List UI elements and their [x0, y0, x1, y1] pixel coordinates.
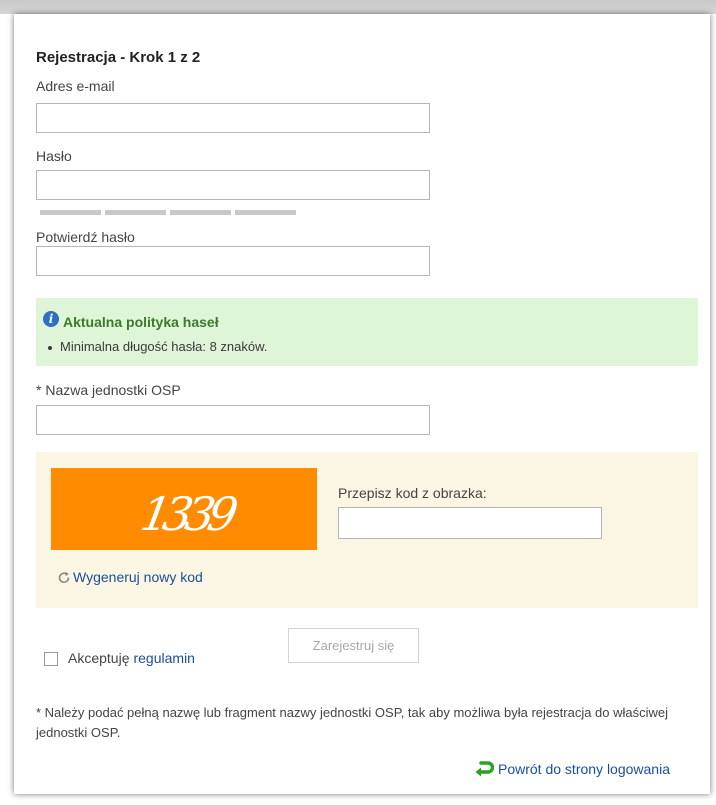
- back-to-login-label: Powrót do strony logowania: [498, 761, 670, 777]
- strength-segment: [235, 210, 296, 215]
- email-label: Adres e-mail: [36, 78, 115, 94]
- strength-segment: [40, 210, 101, 215]
- info-icon: i: [43, 311, 59, 327]
- password-label: Hasło: [36, 148, 72, 164]
- return-arrow-icon: [475, 761, 495, 777]
- policy-rule-text: Minimalna długość hasła: 8 znaków.: [60, 339, 268, 354]
- password-policy-box: i Aktualna polityka haseł Minimalna dług…: [36, 298, 698, 366]
- terms-link[interactable]: regulamin: [133, 650, 194, 666]
- refresh-icon: [58, 571, 70, 584]
- page: Rejestracja - Krok 1 z 2 Adres e-mail Ha…: [0, 0, 716, 805]
- generate-new-code-link[interactable]: Wygeneruj nowy kod: [57, 569, 203, 585]
- accept-terms[interactable]: Akceptuję regulamin: [44, 650, 195, 666]
- policy-title: Aktualna polityka haseł: [63, 314, 219, 330]
- strength-segment: [105, 210, 166, 215]
- accept-terms-label: Akceptuję: [68, 650, 130, 666]
- register-button[interactable]: Zarejestruj się: [288, 628, 419, 663]
- unit-name-label: * Nazwa jednostki OSP: [36, 382, 181, 398]
- page-title: Rejestracja - Krok 1 z 2: [36, 49, 201, 66]
- password-field[interactable]: [36, 170, 430, 200]
- captcha-section: 1339 Wygeneruj nowy kod Przepisz kod z o…: [36, 452, 698, 608]
- registration-panel: Rejestracja - Krok 1 z 2 Adres e-mail Ha…: [14, 14, 710, 794]
- strength-segment: [170, 210, 231, 215]
- accept-terms-checkbox[interactable]: [44, 651, 58, 666]
- captcha-input-label: Przepisz kod z obrazka:: [338, 485, 487, 501]
- captcha-code: 1339: [137, 487, 242, 541]
- generate-new-code-label: Wygeneruj nowy kod: [73, 569, 203, 585]
- captcha-image: 1339: [51, 468, 317, 550]
- confirm-password-field[interactable]: [36, 246, 430, 276]
- captcha-input[interactable]: [338, 507, 602, 539]
- password-strength-meter: [40, 210, 296, 215]
- confirm-password-label: Potwierdź hasło: [36, 229, 135, 245]
- back-to-login-link[interactable]: Powrót do strony logowania: [474, 760, 670, 778]
- unit-name-field[interactable]: [36, 405, 430, 435]
- policy-rule: Minimalna długość hasła: 8 znaków.: [48, 339, 267, 354]
- bullet-icon: [48, 345, 52, 350]
- unit-name-note: * Należy podać pełną nazwę lub fragment …: [36, 705, 669, 740]
- email-field[interactable]: [36, 103, 430, 133]
